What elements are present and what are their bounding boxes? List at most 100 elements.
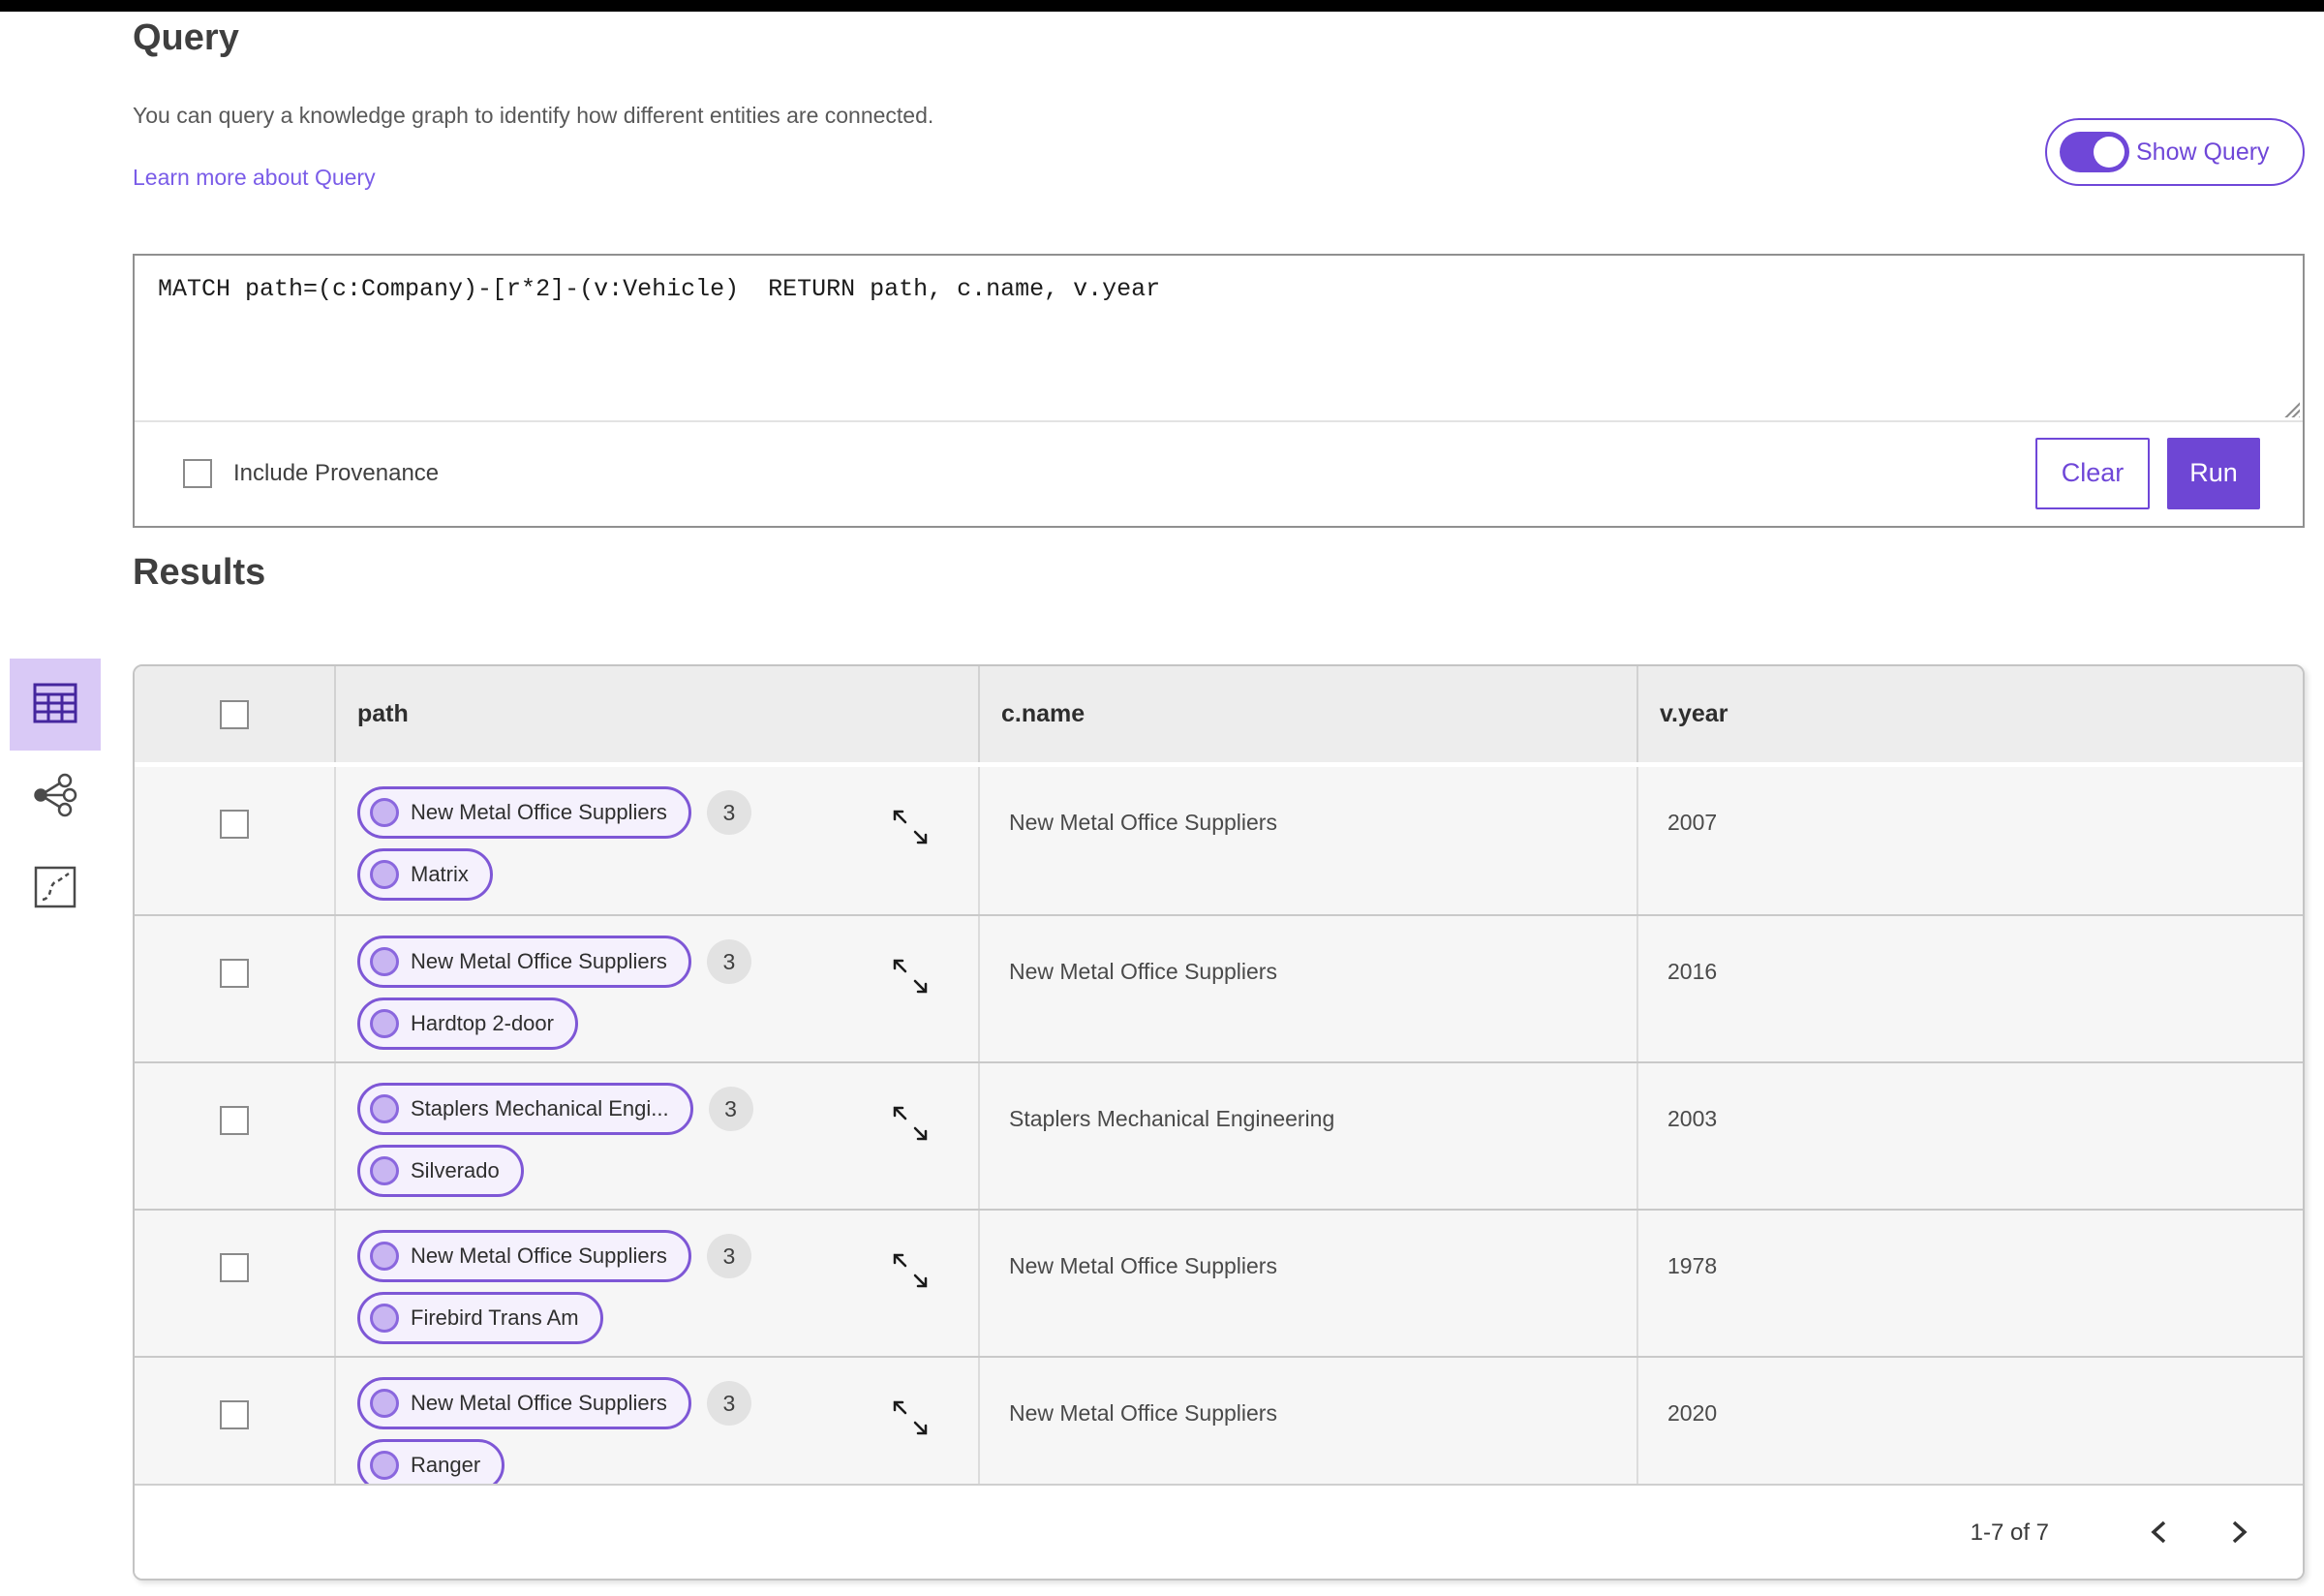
vyear-cell-value: 1978 bbox=[1667, 1253, 1718, 1278]
table-row: New Metal Office Suppliers 3 Hardtop 2-d… bbox=[135, 914, 2303, 1061]
vyear-cell-value: 2007 bbox=[1667, 810, 1718, 835]
resize-handle-icon[interactable] bbox=[2283, 401, 2300, 417]
path-end-pill[interactable]: Matrix bbox=[357, 848, 493, 901]
expand-arrows-icon bbox=[889, 1106, 932, 1148]
path-end-pill[interactable]: Hardtop 2-door bbox=[357, 998, 578, 1050]
expand-arrows-icon bbox=[889, 810, 932, 851]
show-query-toggle[interactable]: Show Query bbox=[2045, 118, 2305, 186]
row-checkbox[interactable] bbox=[220, 1106, 249, 1135]
path-start-label: New Metal Office Suppliers bbox=[411, 1243, 667, 1268]
row-checkbox[interactable] bbox=[220, 959, 249, 988]
cname-cell-value: New Metal Office Suppliers bbox=[980, 767, 1638, 914]
path-end-pill[interactable]: Silverado bbox=[357, 1145, 524, 1197]
prev-page-button[interactable] bbox=[2132, 1506, 2186, 1560]
entity-node-icon bbox=[370, 860, 399, 889]
path-count-badge: 3 bbox=[708, 1087, 753, 1131]
path-cell: Staplers Mechanical Engi... 3 Silverado bbox=[336, 1063, 980, 1209]
expand-path-button[interactable] bbox=[889, 1102, 932, 1148]
path-cell: New Metal Office Suppliers 3 Firebird Tr… bbox=[336, 1211, 980, 1356]
entity-node-icon bbox=[370, 1451, 399, 1480]
path-end-label: Firebird Trans Am bbox=[411, 1305, 579, 1330]
table-view-button[interactable] bbox=[10, 659, 101, 751]
include-provenance-checkbox[interactable] bbox=[183, 458, 212, 488]
row-checkbox[interactable] bbox=[220, 1253, 249, 1282]
toggle-on-icon[interactable] bbox=[2060, 132, 2129, 172]
entity-node-icon bbox=[370, 1242, 399, 1271]
page-title: Query bbox=[133, 17, 239, 58]
path-start-row: New Metal Office Suppliers 3 bbox=[357, 786, 978, 839]
learn-more-link[interactable]: Learn more about Query bbox=[133, 165, 376, 191]
path-start-pill[interactable]: New Metal Office Suppliers bbox=[357, 786, 691, 839]
path-end-pill[interactable]: Firebird Trans Am bbox=[357, 1292, 603, 1344]
path-count-badge: 3 bbox=[706, 939, 751, 984]
path-start-row: Staplers Mechanical Engi... 3 bbox=[357, 1083, 978, 1135]
entity-node-icon bbox=[370, 1009, 399, 1038]
path-count-badge: 3 bbox=[706, 1381, 751, 1426]
path-start-pill[interactable]: New Metal Office Suppliers bbox=[357, 1377, 691, 1429]
path-count-badge: 3 bbox=[706, 790, 751, 835]
show-query-label: Show Query bbox=[2136, 138, 2270, 166]
table-row: New Metal Office Suppliers 3 Ranger New … bbox=[135, 1356, 2303, 1484]
run-button[interactable]: Run bbox=[2167, 437, 2260, 509]
path-start-pill[interactable]: Staplers Mechanical Engi... bbox=[357, 1083, 693, 1135]
path-end-label: Matrix bbox=[411, 862, 469, 886]
entity-node-icon bbox=[370, 1094, 399, 1123]
path-start-label: New Metal Office Suppliers bbox=[411, 949, 667, 973]
row-select-cell bbox=[135, 916, 336, 1061]
entity-node-icon bbox=[370, 1156, 399, 1185]
entity-node-icon bbox=[370, 947, 399, 976]
expand-path-button[interactable] bbox=[889, 806, 932, 851]
column-header-path: path bbox=[336, 666, 980, 762]
path-start-pill[interactable]: New Metal Office Suppliers bbox=[357, 1230, 691, 1282]
query-page: Query You can query a knowledge graph to… bbox=[0, 0, 2324, 1596]
path-cell: New Metal Office Suppliers 3 Matrix bbox=[336, 767, 980, 914]
column-header-vyear: v.year bbox=[1660, 700, 1728, 727]
path-start-label: Staplers Mechanical Engi... bbox=[411, 1096, 669, 1120]
entity-node-icon bbox=[370, 798, 399, 827]
page-description: You can query a knowledge graph to ident… bbox=[133, 103, 934, 128]
window-top-edge bbox=[0, 0, 2324, 12]
next-page-button[interactable] bbox=[2212, 1506, 2266, 1560]
expand-path-button[interactable] bbox=[889, 1396, 932, 1442]
row-checkbox[interactable] bbox=[220, 1400, 249, 1429]
row-checkbox[interactable] bbox=[220, 810, 249, 839]
include-provenance-option[interactable]: Include Provenance bbox=[183, 458, 2035, 488]
expand-arrows-icon bbox=[889, 1400, 932, 1442]
path-start-row: New Metal Office Suppliers 3 bbox=[357, 1230, 978, 1282]
path-start-pill[interactable]: New Metal Office Suppliers bbox=[357, 936, 691, 988]
network-view-button[interactable] bbox=[10, 751, 101, 843]
expand-arrows-icon bbox=[889, 1253, 932, 1295]
entity-node-icon bbox=[370, 1304, 399, 1333]
route-view-button[interactable] bbox=[10, 843, 101, 935]
path-end-pill[interactable]: Ranger bbox=[357, 1439, 505, 1484]
pagination-range: 1-7 of 7 bbox=[1970, 1519, 2049, 1546]
select-all-checkbox[interactable] bbox=[220, 699, 249, 729]
query-editor[interactable]: MATCH path=(c:Company)-[r*2]-(v:Vehicle)… bbox=[135, 256, 2303, 422]
expand-path-button[interactable] bbox=[889, 955, 932, 1000]
entity-node-icon bbox=[370, 1389, 399, 1418]
table-row: New Metal Office Suppliers 3 Firebird Tr… bbox=[135, 1209, 2303, 1356]
expand-path-button[interactable] bbox=[889, 1249, 932, 1295]
column-header-cname: c.name bbox=[980, 666, 1638, 762]
cname-cell-value: New Metal Office Suppliers bbox=[980, 1358, 1638, 1484]
route-view-icon bbox=[34, 866, 76, 911]
results-heading: Results bbox=[133, 552, 266, 593]
path-cell: New Metal Office Suppliers 3 Hardtop 2-d… bbox=[336, 916, 980, 1061]
cname-cell-value: Staplers Mechanical Engineering bbox=[980, 1063, 1638, 1209]
row-select-cell bbox=[135, 1063, 336, 1209]
vyear-cell-value: 2003 bbox=[1667, 1106, 1718, 1131]
path-start-label: New Metal Office Suppliers bbox=[411, 800, 667, 824]
query-text[interactable]: MATCH path=(c:Company)-[r*2]-(v:Vehicle)… bbox=[135, 256, 2303, 322]
results-table: path c.name v.year New Metal Office Supp… bbox=[133, 664, 2305, 1581]
cname-cell-value: New Metal Office Suppliers bbox=[980, 1211, 1638, 1356]
table-view-icon bbox=[33, 683, 77, 726]
clear-button[interactable]: Clear bbox=[2035, 437, 2150, 509]
expand-arrows-icon bbox=[889, 959, 932, 1000]
path-end-label: Ranger bbox=[411, 1453, 481, 1477]
path-start-label: New Metal Office Suppliers bbox=[411, 1391, 667, 1415]
select-all-cell bbox=[135, 666, 336, 762]
path-start-row: New Metal Office Suppliers 3 bbox=[357, 936, 978, 988]
path-end-label: Silverado bbox=[411, 1158, 500, 1182]
cname-cell-value: New Metal Office Suppliers bbox=[980, 916, 1638, 1061]
path-cell: New Metal Office Suppliers 3 Ranger bbox=[336, 1358, 980, 1484]
